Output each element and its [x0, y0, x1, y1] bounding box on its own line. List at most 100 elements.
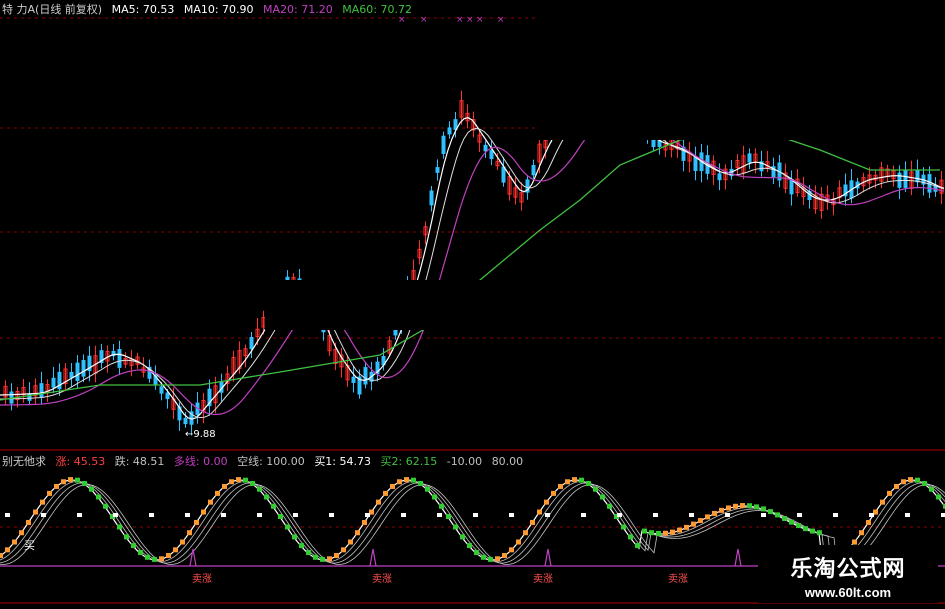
oscillator-dot	[782, 515, 787, 521]
candlestick	[51, 377, 56, 388]
signal-marker: ×	[456, 15, 464, 25]
oscillator-dot	[299, 543, 304, 549]
oscillator-dot	[628, 534, 633, 540]
oscillator-dot	[138, 550, 143, 556]
oscillator-dot	[187, 530, 192, 536]
oscillator-dot	[26, 519, 31, 525]
candlestick	[915, 169, 920, 183]
level-marker	[797, 513, 802, 517]
oscillator-dot	[285, 524, 290, 530]
baseline-spike	[189, 548, 197, 567]
level-marker	[365, 513, 370, 517]
oscillator-dot	[495, 556, 500, 562]
candlestick	[351, 376, 356, 383]
oscillator-dot	[131, 543, 136, 549]
level-marker	[77, 513, 82, 517]
candlestick	[81, 359, 86, 377]
oscillator-dot	[180, 539, 185, 545]
oscillator-dot	[712, 510, 717, 516]
oscillator-dot	[236, 477, 241, 483]
level-marker	[149, 513, 154, 517]
oscillator-dot	[159, 556, 164, 562]
oscillator-dot	[684, 524, 689, 530]
oscillator-dot	[460, 534, 465, 540]
candlestick	[483, 144, 488, 152]
candlestick	[717, 173, 722, 181]
indicator-rise: 涨: 45.53	[55, 455, 106, 468]
level-marker	[581, 513, 586, 517]
oscillator-dot	[12, 539, 17, 545]
oscillator-dot	[432, 494, 437, 500]
oscillator-dot	[145, 554, 150, 560]
oscillator-dot	[446, 514, 451, 520]
oscillator-dot	[33, 509, 38, 515]
sell-label: 卖涨	[668, 573, 688, 585]
oscillator-dot	[544, 499, 549, 505]
level-marker	[617, 513, 622, 517]
ma20-label: MA20: 71.20	[263, 3, 333, 16]
sell-label: 卖涨	[192, 573, 212, 585]
level-marker	[473, 513, 478, 517]
oscillator-dot	[376, 499, 381, 505]
baseline-spike	[369, 548, 377, 567]
oscillator-dot	[929, 486, 934, 492]
oscillator-dot	[537, 509, 542, 515]
redaction-box-middle	[265, 280, 678, 330]
candlestick	[75, 362, 80, 381]
level-marker	[257, 513, 262, 517]
oscillator-dot	[607, 503, 612, 509]
candlestick	[363, 367, 368, 385]
oscillator-dot	[215, 490, 220, 496]
oscillator-dot	[229, 479, 234, 485]
level-marker	[689, 513, 694, 517]
oscillator-dot	[264, 494, 269, 500]
oscillator-dot	[880, 499, 885, 505]
oscillator-dot	[663, 530, 668, 536]
oscillator-dot	[208, 499, 213, 505]
oscillator-dot	[173, 547, 178, 553]
oscillator-dot	[922, 480, 927, 486]
level-marker	[509, 513, 514, 517]
candlestick	[159, 386, 164, 394]
level-marker	[329, 513, 334, 517]
watermark-logo: 乐淘公式网 www.60lt.com	[758, 545, 938, 603]
oscillator-dot	[481, 554, 486, 560]
candlestick	[531, 164, 536, 176]
candlestick	[429, 190, 434, 206]
oscillator-dot	[817, 530, 822, 536]
oscillator-dot	[691, 521, 696, 527]
level-marker	[113, 513, 118, 517]
level-marker	[725, 513, 730, 517]
oscillator-dot	[733, 503, 738, 509]
oscillator-dot	[453, 524, 458, 530]
indicator-buy2: 买2: 62.15	[380, 455, 438, 468]
oscillator-dot	[362, 519, 367, 525]
oscillator-dot	[887, 490, 892, 496]
watermark-title: 乐淘公式网	[790, 556, 906, 582]
oscillator-dot	[796, 523, 801, 529]
oscillator-dot	[747, 503, 752, 509]
oscillator-dot	[334, 553, 339, 559]
oscillator-dot	[698, 518, 703, 524]
oscillator-dot	[803, 526, 808, 532]
oscillator-dot	[383, 490, 388, 496]
oscillator-dot	[621, 524, 626, 530]
oscillator-dot	[600, 494, 605, 500]
level-marker	[41, 513, 46, 517]
oscillator-dot	[404, 477, 409, 483]
buy-label: 买	[24, 539, 35, 552]
oscillator-dot	[278, 514, 283, 520]
candlestick	[39, 383, 44, 398]
oscillator-dot	[509, 547, 514, 553]
oscillator-dot	[488, 556, 493, 562]
level-marker	[437, 513, 442, 517]
oscillator-dot	[271, 503, 276, 509]
oscillator-dot	[194, 519, 199, 525]
ma10-label: MA10: 70.90	[183, 3, 254, 16]
baseline-spike	[544, 548, 552, 567]
oscillator-dot	[5, 547, 10, 553]
oscillator-dot	[54, 483, 59, 489]
oscillator-dot	[705, 514, 710, 520]
level-marker	[545, 513, 550, 517]
oscillator-dot	[467, 543, 472, 549]
